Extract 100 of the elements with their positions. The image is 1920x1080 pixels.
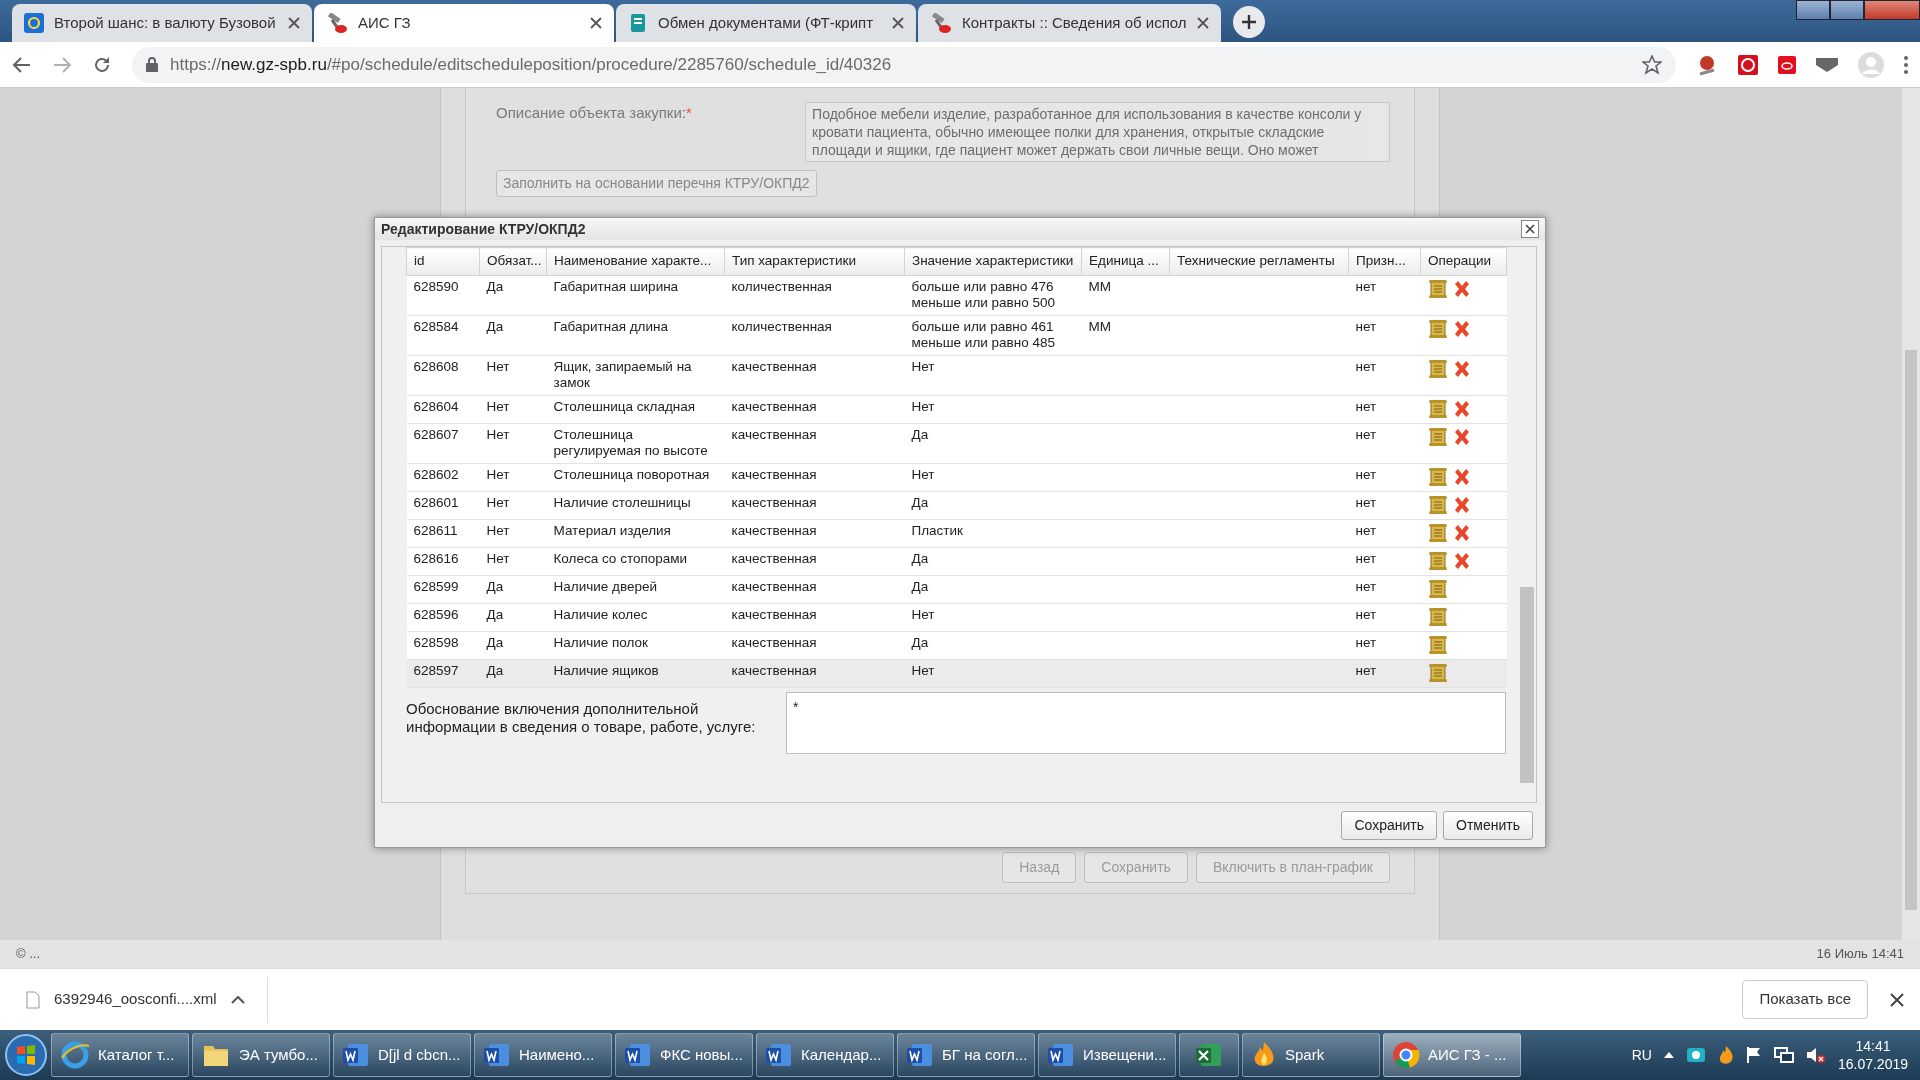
- browser-tab[interactable]: Второй шанс: в валюту Бузовой: [12, 4, 312, 42]
- close-icon[interactable]: [892, 17, 904, 29]
- close-button[interactable]: [1521, 220, 1539, 238]
- taskbar-button[interactable]: Spark: [1242, 1033, 1380, 1077]
- table-row[interactable]: 628611 Нет Материал изделия качественная Пластик нет: [406, 519, 1507, 548]
- table-row[interactable]: 628599 Да Наличие дверей качественная Да нет: [406, 575, 1507, 604]
- close-icon[interactable]: [1196, 17, 1209, 29]
- show-all-button[interactable]: Показать все: [1742, 980, 1868, 1019]
- table-cell: Ящик, запираемый на замок: [546, 355, 725, 396]
- address-bar[interactable]: https://new.gz-spb.ru/#po/schedule/editscheduleposition/procedure/2285760/schedule_id/40326: [132, 46, 1676, 83]
- scroll-icon[interactable]: [1427, 551, 1448, 571]
- close-icon[interactable]: [288, 17, 300, 29]
- browser-tab[interactable]: Обмен документами (ФТ-крипт: [616, 4, 916, 42]
- scroll-icon[interactable]: [1427, 579, 1448, 599]
- taskbar-button[interactable]: Календар...: [756, 1033, 894, 1077]
- table-row[interactable]: 628601 Нет Наличие столешницы качественная Да нет: [406, 491, 1507, 520]
- dialog-button[interactable]: Отменить: [1443, 810, 1533, 840]
- scroll-icon[interactable]: [1427, 427, 1448, 447]
- browser-tab[interactable]: АИС ГЗ: [314, 4, 614, 42]
- taskbar-button[interactable]: БГ на согл...: [897, 1033, 1035, 1077]
- taskbar-button[interactable]: Каталог т...: [51, 1033, 189, 1077]
- column-header[interactable]: Призн...: [1348, 247, 1421, 276]
- table-cell: 628597: [406, 659, 480, 688]
- dialog-button[interactable]: Сохранить: [1341, 810, 1437, 840]
- caret-icon[interactable]: [1663, 1051, 1674, 1059]
- scroll-icon[interactable]: [1427, 319, 1448, 339]
- column-header[interactable]: Единица ...: [1081, 247, 1170, 276]
- forward-icon[interactable]: [52, 54, 72, 75]
- table-row[interactable]: 628597 Да Наличие ящиков качественная Нет нет: [406, 659, 1507, 688]
- justification-field[interactable]: *: [786, 692, 1506, 754]
- close-icon[interactable]: [590, 17, 602, 29]
- download-item[interactable]: 6392946_oosconfi....xml: [0, 976, 268, 1023]
- close-icon[interactable]: [1890, 992, 1904, 1007]
- language-indicator[interactable]: RU: [1631, 1044, 1652, 1066]
- table-cell: Колеса со стопорами: [546, 547, 725, 576]
- taskbar-button[interactable]: Наимено...: [474, 1033, 612, 1077]
- table-row[interactable]: 628602 Нет Столешница поворотная качественная Нет нет: [406, 463, 1507, 492]
- browser-tab[interactable]: Контракты :: Сведения об испол: [918, 4, 1221, 42]
- start-button[interactable]: [4, 1033, 48, 1077]
- table-row[interactable]: 628607 Нет Столешница регулируемая по высоте качественная Да нет: [406, 423, 1507, 464]
- extension-icon[interactable]: [1738, 54, 1758, 75]
- table-cell: нет: [1348, 491, 1421, 520]
- table-row[interactable]: 628616 Нет Колеса со стопорами качественная Да нет: [406, 547, 1507, 576]
- star-icon[interactable]: [1642, 54, 1662, 75]
- extension-icon[interactable]: [1778, 55, 1796, 74]
- document-icon: [765, 1041, 793, 1069]
- table-row[interactable]: 628604 Нет Столешница складная качественная Нет нет: [406, 395, 1507, 424]
- scroll-icon[interactable]: [1427, 279, 1448, 299]
- table-cell: 628584: [406, 315, 480, 356]
- taskbar-button[interactable]: АИС ГЗ - ...: [1383, 1033, 1521, 1077]
- table-row[interactable]: 628584 Да Габаритная длина количественная больше или равно 461 меньше или равно 485 ММ нет: [406, 315, 1507, 356]
- table-cell: качественная: [724, 603, 905, 632]
- taskbar-button[interactable]: ЭА тумбо...: [192, 1033, 330, 1077]
- table-row[interactable]: 628590 Да Габаритная ширина количественная больше или равно 476 меньше или равно 500 ММ нет: [406, 275, 1507, 316]
- table-cell: Наличие столешницы: [546, 491, 725, 520]
- menu-icon[interactable]: [1904, 55, 1908, 74]
- description-field[interactable]: Подобное мебели изделие, разработанное для использования в качестве консоли у кровати пациента, обычно имеющее полки для хранения, открытые складские площади и ящики, где пациент может держать свои личные вещи. Оно может: [805, 102, 1390, 162]
- column-header[interactable]: Операции: [1420, 247, 1507, 276]
- document-icon: [906, 1041, 934, 1069]
- hammer-icon: [930, 13, 952, 33]
- scroll-icon[interactable]: [1427, 635, 1448, 655]
- scroll-icon[interactable]: [1427, 495, 1448, 515]
- scroll-icon[interactable]: [1427, 523, 1448, 543]
- clock[interactable]: 14:41 16.07.2019: [1837, 1037, 1908, 1073]
- tray-icon[interactable]: [1685, 1046, 1706, 1064]
- table-cell: больше или равно 461 меньше или равно 485: [904, 315, 1082, 356]
- table-row[interactable]: 628598 Да Наличие полок качественная Да нет: [406, 631, 1507, 660]
- document-icon: [624, 1041, 652, 1069]
- table-row[interactable]: 628608 Нет Ящик, запираемый на замок качественная Нет нет: [406, 355, 1507, 396]
- flame-icon[interactable]: [1717, 1045, 1734, 1065]
- extension-icon[interactable]: [1816, 57, 1838, 72]
- scrollbar[interactable]: [1902, 88, 1920, 940]
- column-header[interactable]: Значение характеристики: [904, 247, 1082, 276]
- scroll-icon[interactable]: [1427, 607, 1448, 627]
- flag-icon[interactable]: [1745, 1046, 1762, 1064]
- table-cell: Нет: [904, 395, 1082, 424]
- minimize-button[interactable]: [1796, 0, 1830, 20]
- network-icon[interactable]: [1773, 1046, 1794, 1064]
- new-tab-button[interactable]: [1232, 6, 1265, 38]
- close-window-button[interactable]: [1864, 0, 1920, 20]
- table-cell: Да: [904, 423, 1082, 464]
- scroll-icon[interactable]: [1427, 467, 1448, 487]
- table-row[interactable]: 628596 Да Наличие колес качественная Нет нет: [406, 603, 1507, 632]
- column-header[interactable]: Тип характеристики: [724, 247, 905, 276]
- back-icon[interactable]: [12, 54, 32, 75]
- scroll-icon[interactable]: [1427, 399, 1448, 419]
- scroll-icon[interactable]: [1427, 359, 1448, 379]
- document-icon: [1047, 1041, 1075, 1069]
- speaker-muted-icon[interactable]: [1805, 1046, 1826, 1064]
- taskbar-button[interactable]: Извещени...: [1038, 1033, 1176, 1077]
- taskbar-button[interactable]: ФКС новы...: [615, 1033, 753, 1077]
- maximize-button[interactable]: [1830, 0, 1864, 20]
- taskbar-button[interactable]: [1179, 1033, 1239, 1077]
- column-header[interactable]: Технические регламенты: [1169, 247, 1349, 276]
- taskbar-button[interactable]: D[jl d cbcn...: [333, 1033, 471, 1077]
- scroll-icon[interactable]: [1427, 663, 1448, 683]
- table-cell: Наличие полок: [546, 631, 725, 660]
- column-header[interactable]: id: [406, 247, 480, 276]
- column-header[interactable]: Наименование характе...: [546, 247, 725, 276]
- column-header[interactable]: Обязат...: [479, 247, 547, 276]
